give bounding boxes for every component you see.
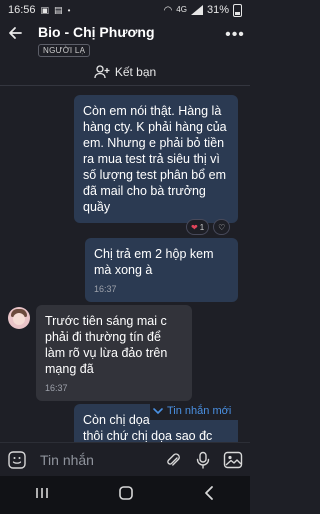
message-composer: Tin nhắn [0, 442, 250, 476]
chevron-left-icon [205, 485, 213, 500]
home-button[interactable] [118, 485, 134, 506]
message-text: Trước tiên sáng mai c phải đi thường tín… [45, 314, 168, 376]
add-friend-button[interactable]: Kết bạn [0, 58, 250, 86]
message-time: 16:37 [45, 383, 68, 393]
add-reaction-button[interactable]: ♡ [213, 219, 231, 235]
status-time: 16:56 [8, 4, 36, 16]
battery-percent: 31% [206, 4, 229, 16]
recent-apps-button[interactable] [34, 486, 50, 505]
voice-button[interactable] [192, 449, 214, 471]
contact-name: Bio - Chị Phương [38, 24, 155, 40]
system-nav-bar [0, 476, 250, 514]
image-icon [223, 451, 243, 468]
reaction-row: ❤ 1 ♡ [186, 219, 231, 235]
wifi-icon: ◠ [163, 4, 173, 16]
paperclip-icon [167, 452, 180, 466]
message-text-line2: thôi chứ chị dọa sao đc [83, 429, 213, 442]
back-nav-button[interactable] [202, 485, 216, 506]
network-type: 4G [176, 5, 187, 14]
message-text: Chị trả em 2 hộp kem mà xong à [94, 247, 214, 277]
status-right: ◠ 4G 31% [163, 3, 242, 17]
microphone-icon [196, 451, 210, 469]
battery-icon [233, 3, 242, 17]
gallery-icon: ▤ [54, 4, 63, 15]
message-bubble-outgoing[interactable]: Chị trả em 2 hộp kem mà xong à 16:37 [85, 238, 238, 302]
reaction-count-value: 1 [199, 222, 205, 232]
heart-outline-icon: ♡ [218, 222, 226, 232]
contact-info[interactable]: Bio - Chị Phương NGƯỜI LẠ [30, 24, 220, 58]
add-friend-icon [94, 64, 110, 78]
message-input[interactable]: Tin nhắn [36, 452, 154, 468]
new-message-indicator[interactable]: Tin nhắn mới [150, 402, 246, 420]
more-dots-icon: ••• [225, 26, 245, 43]
arrow-left-icon [9, 27, 22, 39]
back-button[interactable] [0, 24, 30, 46]
add-friend-label: Kết bạn [114, 64, 157, 79]
status-left: 16:56 ▣ ▤ • [8, 4, 70, 16]
chevron-down-icon [153, 408, 163, 415]
signal-icon [190, 5, 203, 15]
emoji-icon [8, 450, 26, 469]
contact-avatar[interactable] [8, 307, 30, 329]
stranger-badge: NGƯỜI LẠ [38, 44, 91, 57]
new-message-label: Tin nhắn mới [167, 405, 232, 417]
message-text: Còn em nói thật. Hàng là hàng cty. K phả… [83, 104, 227, 214]
message-bubble-incoming[interactable]: Trước tiên sáng mai c phải đi thường tín… [36, 305, 192, 401]
facebook-icon: ▣ [40, 4, 50, 15]
message-list[interactable]: Còn em nói thật. Hàng là hàng cty. K phả… [0, 86, 250, 442]
heart-icon: ❤ [191, 222, 198, 232]
home-icon [119, 485, 133, 500]
gallery-button[interactable] [222, 449, 244, 471]
chat-header: Bio - Chị Phương NGƯỜI LẠ ••• [0, 20, 250, 58]
status-bar: 16:56 ▣ ▤ • ◠ 4G 31% [0, 0, 250, 20]
reaction-count[interactable]: ❤ 1 [186, 219, 210, 235]
recent-apps-icon [36, 487, 48, 498]
message-text: Còn chị dọa [83, 413, 150, 427]
dot-icon: • [67, 5, 71, 15]
more-options-button[interactable]: ••• [220, 24, 250, 44]
message-time: 16:37 [94, 284, 117, 294]
message-bubble-outgoing[interactable]: Còn em nói thật. Hàng là hàng cty. K phả… [74, 95, 238, 223]
sticker-button[interactable] [6, 449, 28, 471]
attach-button[interactable] [162, 449, 184, 471]
